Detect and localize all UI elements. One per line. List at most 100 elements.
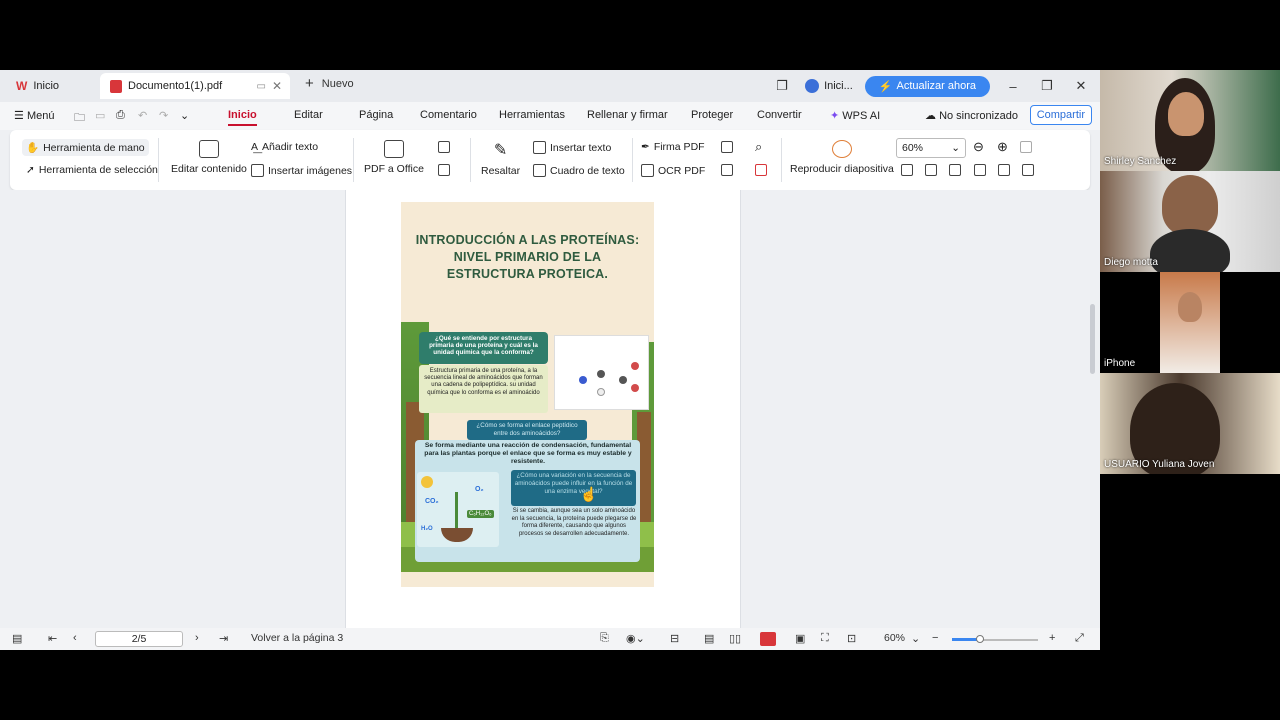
highlight-button[interactable]: ✎ Resaltar: [481, 140, 520, 177]
actual-size-icon[interactable]: [901, 164, 913, 176]
scroll-thumb[interactable]: [1090, 304, 1095, 374]
text-box-button[interactable]: Cuadro de texto: [533, 164, 625, 177]
participant-tile[interactable]: Shirley Sanchez: [1100, 70, 1280, 171]
insert-text-button[interactable]: Insertar texto: [533, 141, 611, 154]
rotate-right-icon[interactable]: [998, 164, 1010, 176]
fit-icon[interactable]: [1020, 141, 1032, 153]
play-circle-icon: [831, 140, 852, 158]
upgrade-button[interactable]: ⚡ Actualizar ahora: [864, 75, 990, 97]
undo-icon[interactable]: ↶: [138, 109, 147, 122]
add-text-button[interactable]: A͟ Añadir texto: [251, 141, 318, 153]
restore-layout-icon[interactable]: ❐: [771, 78, 793, 94]
close-window-icon[interactable]: ✕: [1070, 78, 1092, 94]
tab-editar[interactable]: Editar: [294, 109, 323, 121]
divider: [353, 138, 354, 182]
participant-video: [1160, 272, 1220, 373]
zoom-value: 60%: [902, 142, 924, 154]
hand-icon: ✋: [26, 142, 40, 154]
participant-tile[interactable]: iPhone: [1100, 272, 1280, 373]
more-chevron-icon[interactable]: ⌄: [180, 109, 189, 122]
menu-label: Menú: [26, 110, 55, 122]
share-button[interactable]: Compartir: [1029, 105, 1092, 125]
pdf-to-office-label: PDF a Office: [364, 163, 424, 175]
tab-herramientas[interactable]: Herramientas: [499, 109, 565, 121]
poster-title: INTRODUCCIÓN A LAS PROTEÍNAS: NIVEL PRIM…: [415, 233, 640, 281]
participant-tile[interactable]: Diego motta: [1100, 171, 1280, 272]
redo-icon[interactable]: ↷: [159, 109, 168, 122]
sparkle-icon: ✦: [830, 110, 840, 122]
question-2: ¿Cómo se forma el enlace peptídico entre…: [467, 420, 587, 440]
user-label: Inici...: [824, 80, 853, 92]
edit-content-button[interactable]: Editar contenido: [171, 140, 247, 175]
pdf-to-office-button[interactable]: PDF a Office: [364, 140, 424, 175]
divider: [158, 138, 159, 182]
tab-convertir[interactable]: Convertir: [757, 109, 802, 121]
tab-home[interactable]: W Inicio: [8, 75, 94, 97]
save-icon[interactable]: ▭: [95, 109, 105, 122]
tab-inicio[interactable]: Inicio: [228, 109, 257, 126]
ocr-pdf-button[interactable]: OCR PDF: [641, 164, 705, 177]
book-view-icon[interactable]: [1022, 164, 1034, 176]
participant-tile[interactable]: USUARIO Yuliana Joven: [1100, 373, 1280, 474]
image-tool-icon[interactable]: [721, 141, 733, 153]
play-slides-button[interactable]: Reproducir diapositiva: [790, 140, 894, 175]
tab-document-label: Documento1(1).pdf: [128, 80, 223, 92]
pointer-icon: ➚: [26, 164, 35, 176]
highlight-label: Resaltar: [481, 165, 521, 177]
oxygen-atom: [631, 362, 639, 370]
ocr-icon: [641, 164, 654, 177]
compare-icon[interactable]: [755, 164, 767, 176]
tab-document[interactable]: Documento1(1).pdf ▭ ✕: [100, 73, 290, 99]
sign-pdf-label: Firma PDF: [653, 141, 705, 153]
convert-icon[interactable]: [438, 141, 450, 153]
lightning-icon: ⚡: [878, 80, 893, 93]
open-folder-icon[interactable]: 🗀: [74, 109, 85, 128]
sign-pdf-button[interactable]: ✒ Firma PDF: [641, 141, 705, 153]
amino-acid-diagram: [554, 335, 649, 410]
tab-proteger[interactable]: Proteger: [691, 109, 733, 121]
play-slides-label: Reproducir diapositiva: [790, 163, 894, 175]
print-icon[interactable]: ⎙: [116, 109, 125, 122]
select-tool-button[interactable]: ➚ Herramienta de selección: [26, 164, 158, 176]
insert-images-label: Insertar imágenes: [268, 164, 353, 177]
new-tab-button[interactable]: + Nuevo: [305, 76, 354, 91]
screenshot-icon[interactable]: [721, 164, 733, 176]
maximize-icon[interactable]: ❐: [1036, 78, 1058, 94]
answer-2: Se forma mediante una reacción de conden…: [424, 442, 632, 465]
wps-ai-label: WPS AI: [842, 110, 881, 122]
insert-text-icon: [533, 141, 546, 154]
carbon-atom: [597, 370, 605, 378]
close-tab-icon[interactable]: ✕: [272, 79, 282, 93]
tab-wps-ai[interactable]: ✦ WPS AI: [830, 109, 880, 122]
tab-rellenar-firmar[interactable]: Rellenar y firmar: [587, 109, 668, 121]
zoom-out-icon[interactable]: ⊖: [973, 139, 984, 155]
zoom-select[interactable]: 60% ⌄: [896, 138, 966, 158]
menu-button[interactable]: ☰ Menú: [14, 109, 54, 122]
pen-icon: ✒: [641, 141, 650, 153]
tab-comentario[interactable]: Comentario: [420, 109, 477, 121]
o2-label: O₂: [475, 486, 484, 493]
user-button[interactable]: Inici...: [805, 79, 853, 93]
upgrade-label: Actualizar ahora: [896, 80, 977, 92]
hand-tool-button[interactable]: ✋ Herramienta de mano: [22, 139, 149, 156]
insert-images-button[interactable]: Insertar imágenes: [251, 164, 352, 177]
rotate-left-icon[interactable]: [974, 164, 986, 176]
hamburger-icon: ☰: [14, 110, 24, 122]
copy-icon[interactable]: [438, 164, 450, 176]
user-avatar-icon: [805, 79, 820, 93]
participant-name: Shirley Sanchez: [1104, 156, 1177, 167]
participant-body: [1150, 229, 1230, 272]
question-3: ¿Cómo una variación en la secuencia de a…: [511, 470, 636, 506]
monitor-icon[interactable]: ▭: [257, 81, 266, 92]
tab-pagina[interactable]: Página: [359, 109, 393, 121]
carbon-atom: [619, 376, 627, 384]
fit-width-icon[interactable]: [949, 164, 961, 176]
cloud-icon: ☁: [925, 110, 936, 122]
zoom-in-icon[interactable]: ⊕: [997, 139, 1008, 155]
vertical-scrollbar[interactable]: [1090, 194, 1096, 624]
fit-page-icon[interactable]: [925, 164, 937, 176]
oxygen-atom: [631, 384, 639, 392]
search-icon[interactable]: ⌕: [755, 139, 762, 155]
minimize-icon[interactable]: –: [1002, 79, 1024, 94]
sync-status[interactable]: ☁ No sincronizado: [925, 109, 1018, 122]
